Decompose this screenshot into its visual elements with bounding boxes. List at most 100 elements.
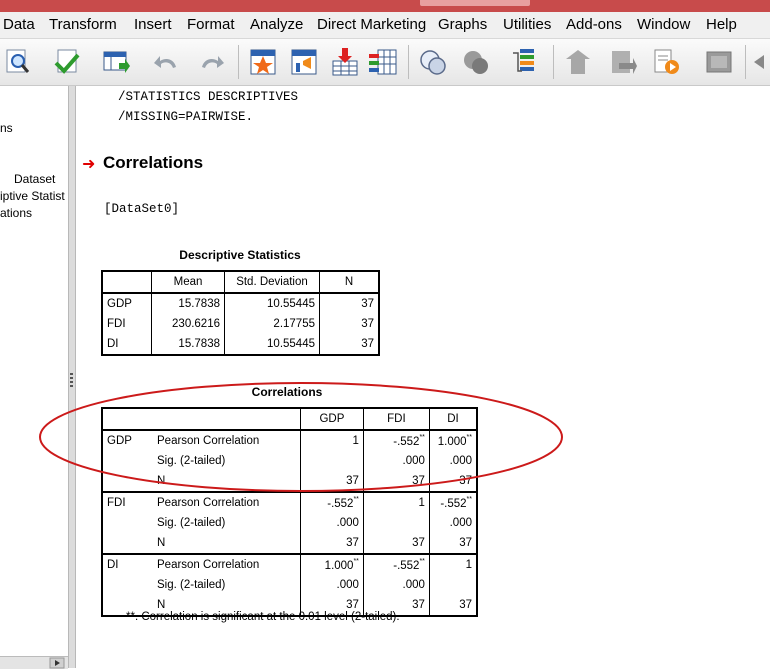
cell-mean: 15.7838 xyxy=(151,334,225,355)
cell-pearson-r: 1 xyxy=(428,554,477,575)
table-row: GDP 15.7838 10.55445 37 xyxy=(102,293,379,314)
collapse-icon[interactable] xyxy=(750,47,770,77)
table-row: Sig. (2-tailed) .000 .000 xyxy=(102,575,477,595)
show-all-icon[interactable] xyxy=(461,47,491,77)
insert-cases-icon[interactable] xyxy=(329,47,359,77)
demote-icon[interactable] xyxy=(607,47,637,77)
cell-value: -.552 xyxy=(393,436,420,448)
row-variable: DI xyxy=(107,559,119,571)
corner-cell xyxy=(102,271,152,293)
menu-analyze[interactable]: Analyze xyxy=(250,16,303,33)
find-icon[interactable] xyxy=(3,47,33,77)
cell-pearson-r: 1 xyxy=(299,430,364,451)
menu-format[interactable]: Format xyxy=(187,16,235,33)
row-variable xyxy=(102,513,153,533)
select-output-icon[interactable] xyxy=(511,47,541,77)
menu-utilities[interactable]: Utilities xyxy=(503,16,551,33)
menu-data[interactable]: Data xyxy=(3,16,35,33)
insert-variable-icon[interactable] xyxy=(368,47,398,77)
table-row: Sig. (2-tailed) .000 .000 xyxy=(102,513,477,533)
significance-marker: ** xyxy=(353,496,359,503)
column-header: N xyxy=(319,271,379,293)
table-row: N 37 37 37 xyxy=(102,471,477,492)
table-row: N 37 37 37 xyxy=(102,533,477,554)
cell-std-deviation: 10.55445 xyxy=(224,293,320,314)
toolbar-separator xyxy=(238,45,239,79)
cell-mean: 15.7838 xyxy=(151,293,225,314)
promote-icon[interactable] xyxy=(563,47,593,77)
cell-pearson-r: -.552** xyxy=(299,492,364,513)
row-statistic: N xyxy=(157,537,166,549)
cell-n: 37 xyxy=(299,471,364,492)
menu-help[interactable]: Help xyxy=(706,16,737,33)
outline-item[interactable]: ations xyxy=(0,206,32,220)
pivot-table-icon[interactable] xyxy=(248,47,278,77)
insert-text-icon[interactable] xyxy=(651,47,681,77)
cell-value: 37 xyxy=(412,537,425,549)
cell-value: 37 xyxy=(346,537,359,549)
redo-icon[interactable] xyxy=(196,47,226,77)
significance-marker: ** xyxy=(466,496,472,503)
window-title-bar xyxy=(0,0,770,12)
go-to-variable-icon[interactable] xyxy=(101,47,131,77)
column-header: Mean xyxy=(151,271,225,293)
outline-item[interactable]: iptive Statist xyxy=(0,189,65,203)
cell-pearson-r: -.552** xyxy=(428,492,477,513)
row-label: GDP xyxy=(107,298,132,310)
cell-value: 37 xyxy=(459,537,472,549)
cell-sig xyxy=(428,575,477,595)
cell-value: 37 xyxy=(346,475,359,487)
toolbar xyxy=(0,39,770,86)
cell-std-deviation: 10.55445 xyxy=(224,334,320,355)
toolbar-separator xyxy=(408,45,409,79)
cell-sig xyxy=(362,513,430,533)
row-statistic: Sig. (2-tailed) xyxy=(157,517,226,529)
row-variable xyxy=(102,471,153,492)
outline-horizontal-scrollbar[interactable] xyxy=(0,656,68,669)
cell-value: 37 xyxy=(459,599,472,611)
cell-value: 37 xyxy=(412,599,425,611)
undo-icon[interactable] xyxy=(152,47,182,77)
row-label: DI xyxy=(107,338,119,350)
cell-sig: .000 xyxy=(299,575,364,595)
dataset-label[interactable]: [DataSet0] xyxy=(104,202,179,216)
significance-marker: ** xyxy=(419,434,425,441)
significance-marker: ** xyxy=(353,558,359,565)
menu-bar: Data Transform Insert Format Analyze Dir… xyxy=(0,12,770,39)
designate-window-icon[interactable] xyxy=(418,47,448,77)
descriptives-table[interactable]: Mean Std. Deviation N GDP 15.7838 10.554… xyxy=(101,270,380,356)
cell-n: 37 xyxy=(362,533,430,554)
column-header: FDI xyxy=(362,408,430,430)
menu-add-ons[interactable]: Add-ons xyxy=(566,16,622,33)
outline-item[interactable]: ns xyxy=(0,121,13,135)
corner-cell xyxy=(102,408,300,430)
cell-n: 37 xyxy=(319,314,379,334)
output-heading[interactable]: Correlations xyxy=(103,153,203,173)
go-to-data-icon[interactable] xyxy=(52,47,82,77)
splitter-grip[interactable] xyxy=(70,373,73,387)
cell-mean: 230.6216 xyxy=(151,314,225,334)
syntax-line: /STATISTICS DESCRIPTIVES xyxy=(118,90,299,104)
table-row: FDI 230.6216 2.17755 37 xyxy=(102,314,379,334)
chart-builder-icon[interactable] xyxy=(289,47,319,77)
cell-n: 37 xyxy=(319,293,379,314)
cell-n: 37 xyxy=(428,533,477,554)
cell-sig: .000 xyxy=(362,575,430,595)
row-variable xyxy=(102,575,153,595)
row-statistic: Sig. (2-tailed) xyxy=(157,579,226,591)
menu-window[interactable]: Window xyxy=(637,16,690,33)
pane-splitter[interactable] xyxy=(68,86,76,668)
syntax-line: /MISSING=PAIRWISE. xyxy=(118,110,254,124)
menu-graphs[interactable]: Graphs xyxy=(438,16,487,33)
row-statistic: Pearson Correlation xyxy=(157,497,260,509)
row-label: FDI xyxy=(107,318,126,330)
insert-title-icon[interactable] xyxy=(704,47,734,77)
menu-insert[interactable]: Insert xyxy=(134,16,172,33)
menu-transform[interactable]: Transform xyxy=(49,16,117,33)
cell-value: 1 xyxy=(465,559,472,571)
menu-direct-marketing[interactable]: Direct Marketing xyxy=(317,16,426,33)
correlations-table[interactable]: GDP FDI DI GDP Pearson Correlation 1 -.552*… xyxy=(101,407,478,617)
outline-item[interactable]: Dataset xyxy=(14,172,55,186)
significance-marker: ** xyxy=(466,434,472,441)
cell-pearson-r: -.552** xyxy=(362,430,430,451)
